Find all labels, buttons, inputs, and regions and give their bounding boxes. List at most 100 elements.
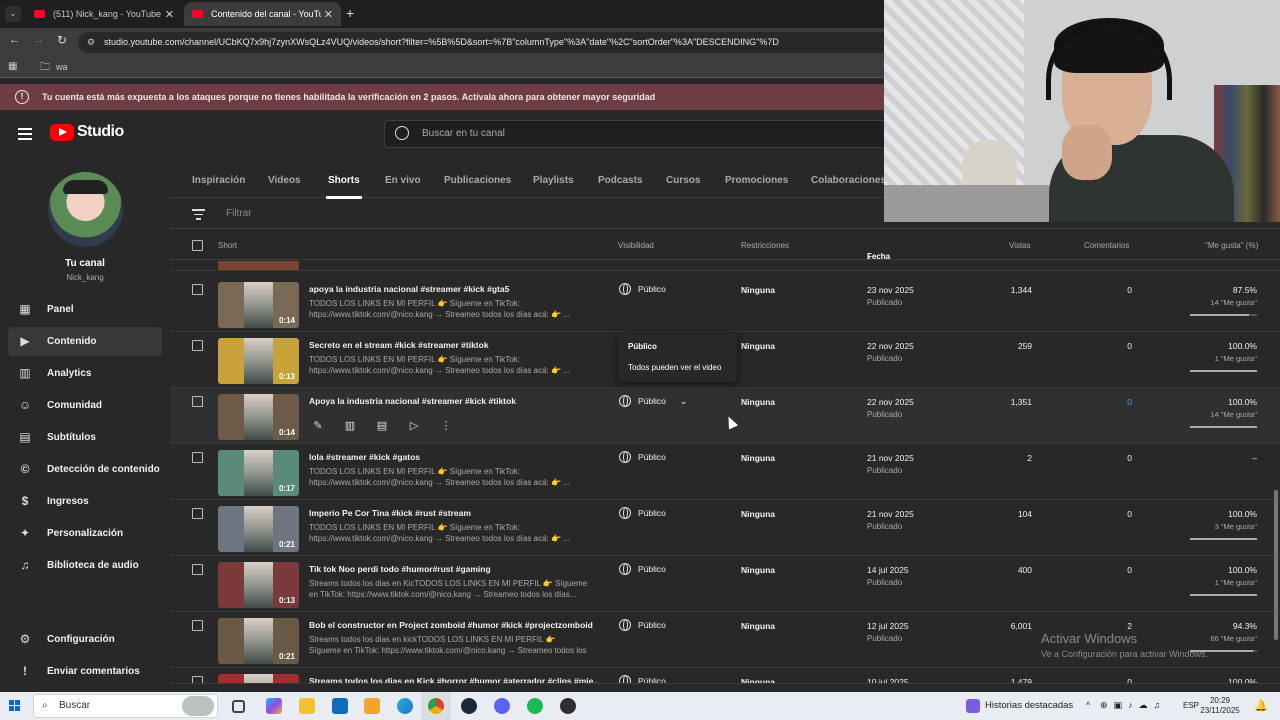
edge-icon[interactable] [397, 698, 413, 714]
tab-playlists[interactable]: Playlists [533, 175, 574, 186]
table-row[interactable]: 0:21 Imperio Pe Cor Tina #kick #rust #str… [170, 500, 1280, 556]
sidebar-item-comunidad[interactable]: ☺ Comunidad [8, 391, 162, 420]
tab-publicaciones[interactable]: Publicaciones [444, 175, 511, 186]
short-thumbnail[interactable]: 0:13 [218, 562, 299, 608]
more-options-icon[interactable]: ⋮ [437, 418, 455, 434]
sidebar-item-ingresos[interactable]: $ Ingresos [8, 487, 162, 516]
row-checkbox[interactable] [192, 340, 203, 351]
table-row[interactable]: 0:14 apoya la industria nacional #streame… [170, 276, 1280, 332]
short-title[interactable]: apoya la industria nacional #streamer #k… [309, 284, 599, 294]
visibility-cell[interactable]: Público [619, 283, 666, 295]
short-title[interactable]: Streams todos los dias en Kick #horror #… [309, 676, 599, 683]
column-visibility[interactable]: Visibilidad [618, 241, 654, 250]
short-thumbnail[interactable]: 0:17 [218, 450, 299, 496]
visibility-cell[interactable]: Público [619, 675, 666, 683]
row-checkbox[interactable] [192, 620, 203, 631]
sidebar-item-personalizacion[interactable]: ✦ Personalización [8, 519, 162, 548]
tab-shorts[interactable]: Shorts [326, 175, 362, 199]
sidebar-item-subtitulos[interactable]: ▤ Subtítulos [8, 423, 162, 452]
table-row[interactable]: 0:13 Tik tok Noo perdi todo #humor#rust #… [170, 556, 1280, 612]
apps-grid-icon[interactable]: ▦ [8, 61, 17, 72]
row-checkbox[interactable] [192, 508, 203, 519]
new-tab-button[interactable]: + [346, 5, 354, 21]
table-row[interactable]: Streams todos los dias en Kick #horror #… [170, 668, 1280, 684]
channel-avatar[interactable] [48, 172, 123, 247]
short-title[interactable]: Tik tok Noo perdi todo #humor#rust #gami… [309, 564, 599, 574]
tab-inspiracion[interactable]: Inspiración [192, 175, 245, 186]
chevron-up-icon[interactable]: ^ [1086, 700, 1090, 710]
sidebar-item-analytics[interactable]: ▥ Analytics [8, 359, 162, 388]
hamburger-menu-icon[interactable] [18, 128, 32, 140]
analytics-icon[interactable]: ▥ [341, 418, 359, 434]
widgets-icon[interactable] [966, 699, 980, 713]
discord-icon[interactable] [494, 698, 510, 714]
visibility-cell[interactable]: Público [619, 451, 666, 463]
studio-logo[interactable]: Studio [50, 123, 124, 141]
row-checkbox[interactable] [192, 676, 203, 683]
table-row[interactable]: 0:14 Apoya la industria nacional #streame… [170, 388, 1280, 444]
filter-icon[interactable] [192, 209, 205, 220]
short-thumbnail[interactable] [218, 674, 299, 683]
short-thumbnail[interactable]: 0:13 [218, 338, 299, 384]
windows-start-icon[interactable] [9, 700, 21, 712]
chevron-down-icon[interactable]: ⌄ [680, 396, 688, 407]
file-explorer-icon[interactable] [299, 698, 315, 714]
short-thumbnail[interactable]: 0:14 [218, 282, 299, 328]
short-title[interactable]: Bob el constructor en Project zomboid #h… [309, 620, 599, 630]
close-tab-icon[interactable]: ✕ [324, 8, 333, 21]
column-likes[interactable]: "Me gusta" (%) [1205, 241, 1258, 250]
visibility-cell[interactable]: Público [619, 507, 666, 519]
bookmark-folder-icon[interactable]: 🗀 [40, 60, 50, 77]
bookmark-folder-label[interactable]: wa [56, 62, 68, 72]
tab-list-button[interactable]: ⌄ [5, 6, 21, 22]
table-row[interactable]: 0:17 lola #streamer #kick #gatos TODOS LOS… [170, 444, 1280, 500]
row-checkbox[interactable] [192, 284, 203, 295]
copilot-icon[interactable] [266, 698, 282, 714]
short-thumbnail[interactable]: 0:14 [218, 394, 299, 440]
tray-icons[interactable]: ⊕▣♪☁♫ [1100, 700, 1166, 711]
short-title[interactable]: Apoya la industria nacional #streamer #k… [309, 396, 599, 406]
microsoft-store-icon[interactable] [364, 698, 380, 714]
column-comments[interactable]: Comentarios [1084, 241, 1129, 250]
widgets-label[interactable]: Historias destacadas [985, 700, 1073, 711]
language-indicator[interactable]: ESP [1183, 701, 1199, 710]
sidebar-item-contenido[interactable]: ▶ Contenido [8, 327, 162, 356]
notification-bell-icon[interactable]: 🔔 [1254, 699, 1268, 712]
youtube-play-icon[interactable]: ▷ [405, 418, 423, 434]
tab-colaboraciones[interactable]: Colaboraciones [811, 175, 886, 186]
obs-icon[interactable] [560, 698, 576, 714]
sidebar-item-enviar-comentarios[interactable]: ! Enviar comentarios [8, 657, 162, 686]
row-checkbox[interactable] [192, 396, 203, 407]
forward-arrow-icon[interactable]: → [33, 34, 44, 46]
taskbar-search-input[interactable]: ⌕ Buscar [33, 694, 218, 718]
taskbar-clock[interactable]: 20:29 23/11/2025 [1200, 696, 1240, 716]
tab-youtube[interactable]: (511) Nick_kang - YouTube ✕ [26, 2, 182, 26]
sidebar-item-biblioteca-audio[interactable]: ♫ Biblioteca de audio [8, 551, 162, 580]
column-restrictions[interactable]: Restricciones [741, 241, 789, 250]
tab-promociones[interactable]: Promociones [725, 175, 788, 186]
scrollbar-thumb[interactable] [1274, 490, 1278, 640]
reload-icon[interactable]: ↻ [57, 33, 67, 47]
short-title[interactable]: Secreto en el stream #kick #streamer #ti… [309, 340, 599, 350]
tab-en-vivo[interactable]: En vivo [385, 175, 421, 186]
column-views[interactable]: Vistas [1009, 241, 1031, 250]
comments-icon[interactable]: ▤ [373, 418, 391, 434]
tab-cursos[interactable]: Cursos [666, 175, 700, 186]
close-tab-icon[interactable]: ✕ [165, 8, 174, 21]
tab-podcasts[interactable]: Podcasts [598, 175, 642, 186]
row-checkbox[interactable] [192, 452, 203, 463]
sidebar-item-configuracion[interactable]: ⚙ Configuración [8, 625, 162, 654]
short-title[interactable]: Imperio Pe Cor Tina #kick #rust #stream [309, 508, 599, 518]
short-title[interactable]: lola #streamer #kick #gatos [309, 452, 599, 462]
sidebar-item-panel[interactable]: ▦ Panel [8, 295, 162, 324]
site-info-icon[interactable]: ⚙ [87, 32, 95, 53]
visibility-cell[interactable]: Público [619, 563, 666, 575]
select-all-checkbox[interactable] [192, 240, 203, 251]
steam-icon[interactable] [461, 698, 477, 714]
edit-pencil-icon[interactable]: ✎ [309, 418, 327, 434]
visibility-cell[interactable]: Público ⌄ [619, 395, 687, 407]
tab-videos[interactable]: Videos [268, 175, 301, 186]
visibility-cell[interactable]: Público [619, 619, 666, 631]
comments-cell[interactable]: 0 [1127, 397, 1132, 407]
task-view-icon[interactable] [232, 700, 245, 713]
